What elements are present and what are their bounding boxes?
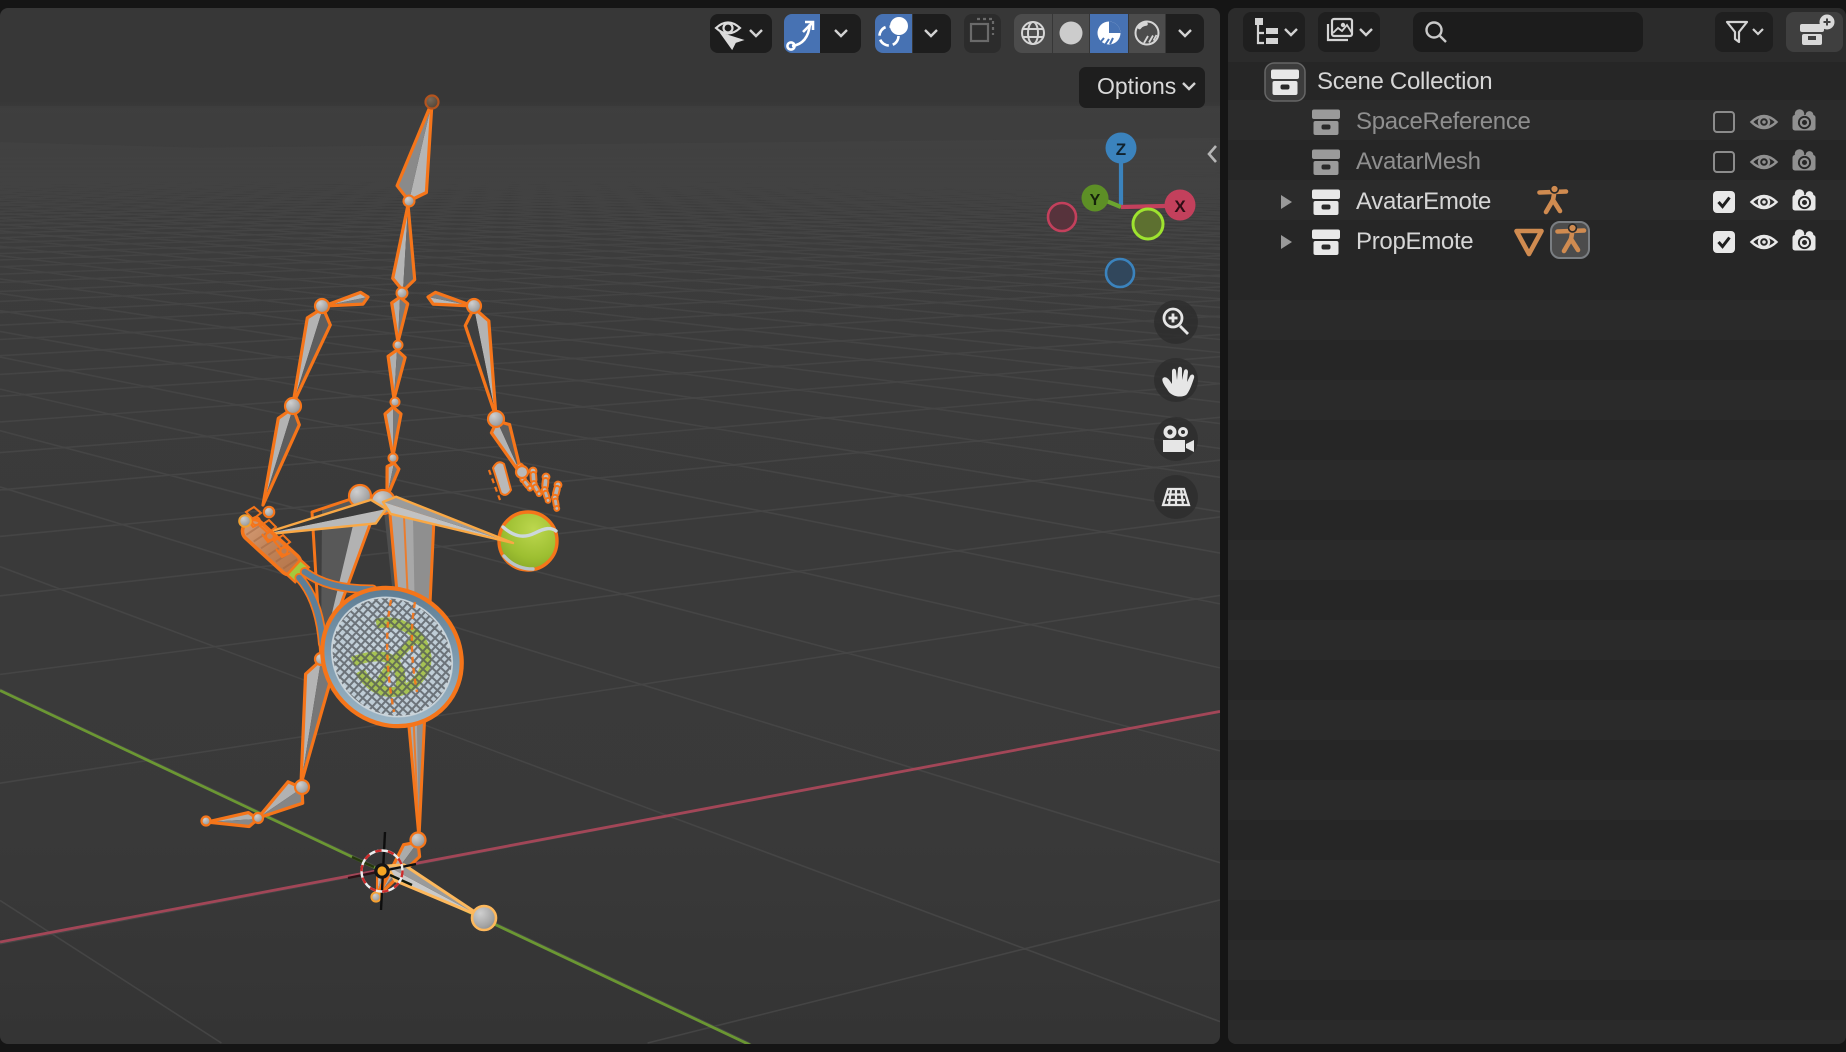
svg-text:Y: Y [1090,192,1101,209]
svg-text:Z: Z [1116,140,1126,159]
svg-text:Options: Options [1097,73,1176,99]
svg-text:X: X [1174,197,1186,216]
